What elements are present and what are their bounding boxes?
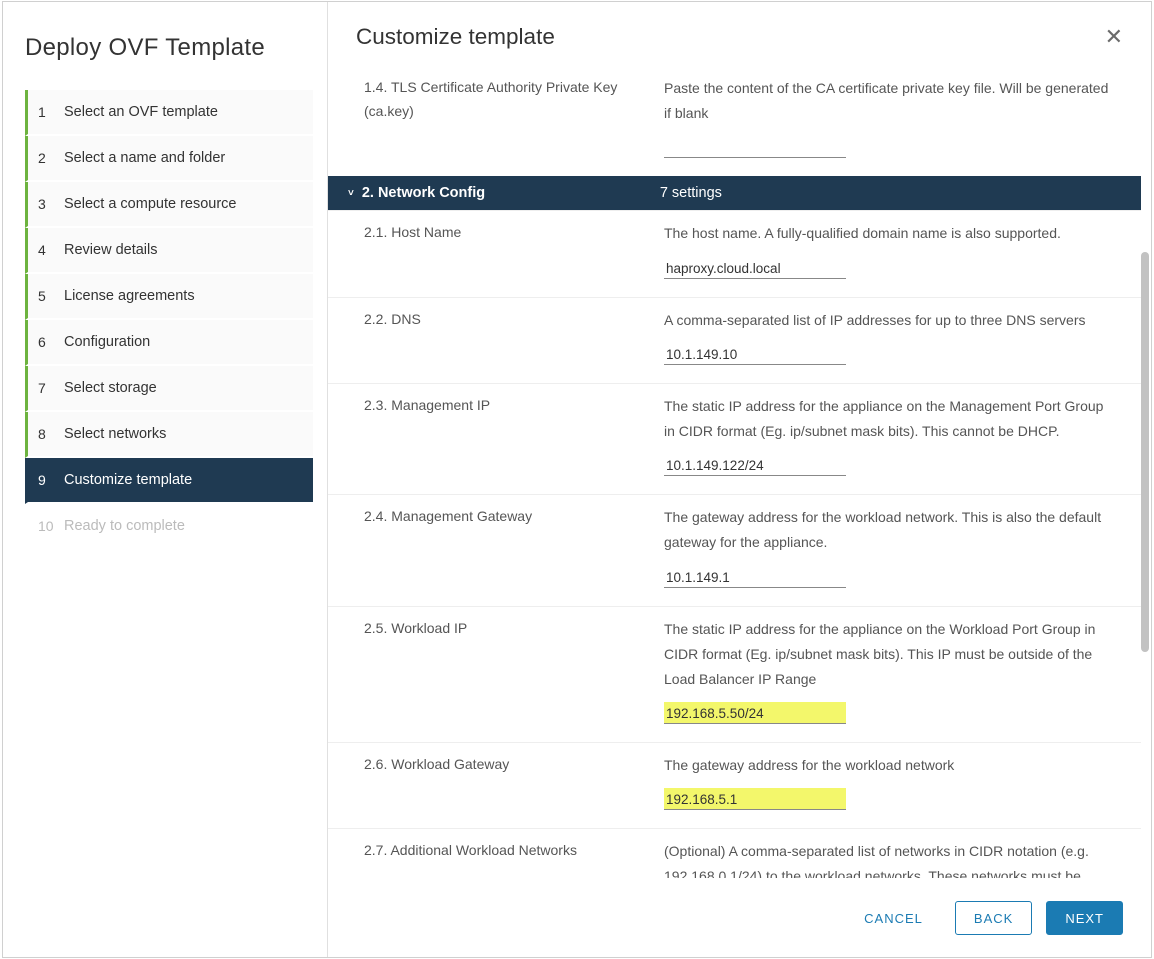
property-description: (Optional) A comma-separated list of net… <box>664 843 1115 878</box>
step-number: 1 <box>38 104 58 120</box>
property-label: 2.1. Host Name <box>364 221 664 278</box>
property-value-cell: The static IP address for the appliance … <box>664 617 1141 725</box>
step-7-select-storage[interactable]: 7 Select storage <box>25 366 313 412</box>
property-row-additional-workload-networks: 2.7. Additional Workload Networks (Optio… <box>328 828 1141 878</box>
step-9-customize-template[interactable]: 9 Customize template <box>25 458 313 504</box>
property-label: 2.7. Additional Workload Networks <box>364 839 664 878</box>
page-title: Customize template <box>356 24 555 50</box>
step-4-review-details[interactable]: 4 Review details <box>25 228 313 274</box>
section-setting-count: 7 settings <box>660 185 722 201</box>
scrollbar-thumb[interactable] <box>1141 252 1149 652</box>
wizard-title: Deploy OVF Template <box>25 34 313 62</box>
wizard-footer: CANCEL BACK NEXT <box>328 878 1151 957</box>
property-label: 2.2. DNS <box>364 308 664 365</box>
property-label: 2.5. Workload IP <box>364 617 664 725</box>
property-label: 2.4. Management Gateway <box>364 505 664 587</box>
property-value-cell: Paste the content of the CA certificate … <box>664 76 1141 158</box>
property-value-cell: (Optional) A comma-separated list of net… <box>664 839 1141 878</box>
property-description: The gateway address for the workload net… <box>664 757 954 773</box>
property-description: The static IP address for the appliance … <box>664 398 1103 439</box>
property-row-workload-ip: 2.5. Workload IP The static IP address f… <box>328 606 1141 743</box>
property-value-cell: The static IP address for the appliance … <box>664 394 1141 476</box>
content-inner: 1.4. TLS Certificate Authority Private K… <box>328 66 1141 878</box>
property-label: 2.6. Workload Gateway <box>364 753 664 810</box>
step-label: Select an OVF template <box>64 104 218 120</box>
property-row-workload-gateway: 2.6. Workload Gateway The gateway addres… <box>328 742 1141 828</box>
property-value-cell: A comma-separated list of IP addresses f… <box>664 308 1141 365</box>
step-number: 7 <box>38 380 58 396</box>
step-10-ready-to-complete: 10 Ready to complete <box>25 504 313 550</box>
property-value-cell: The host name. A fully-qualified domain … <box>664 221 1141 278</box>
wizard-step-list: 1 Select an OVF template 2 Select a name… <box>25 90 313 550</box>
step-number: 4 <box>38 242 58 258</box>
wizard-sidebar: Deploy OVF Template 1 Select an OVF temp… <box>3 2 328 957</box>
property-row-management-gateway: 2.4. Management Gateway The gateway addr… <box>328 494 1141 605</box>
step-label: Select networks <box>64 426 166 442</box>
chevron-down-icon: ˅ <box>348 188 354 199</box>
property-label: 2.3. Management IP <box>364 394 664 476</box>
property-description: The static IP address for the appliance … <box>664 621 1095 687</box>
property-row-dns: 2.2. DNS A comma-separated list of IP ad… <box>328 297 1141 383</box>
dns-input[interactable] <box>664 343 846 365</box>
host-name-input[interactable] <box>664 257 846 279</box>
step-number: 6 <box>38 334 58 350</box>
step-5-license-agreements[interactable]: 5 License agreements <box>25 274 313 320</box>
close-button[interactable]: ✕ <box>1105 26 1123 48</box>
section-title: 2. Network Config <box>362 185 660 201</box>
step-number: 3 <box>38 196 58 212</box>
close-icon: ✕ <box>1105 24 1123 49</box>
step-label: Configuration <box>64 334 150 350</box>
wizard-dialog: Deploy OVF Template 1 Select an OVF temp… <box>2 1 1152 958</box>
step-label: Select a compute resource <box>64 196 236 212</box>
main-panel: Customize template ✕ 1.4. TLS Certificat… <box>328 2 1151 957</box>
step-1-select-ovf[interactable]: 1 Select an OVF template <box>25 90 313 136</box>
property-value-cell: The gateway address for the workload net… <box>664 753 1141 810</box>
property-row-tls-ca-key: 1.4. TLS Certificate Authority Private K… <box>328 66 1141 176</box>
step-label: Select storage <box>64 380 157 396</box>
workload-ip-input[interactable] <box>664 702 846 724</box>
step-label: Select a name and folder <box>64 150 225 166</box>
property-row-management-ip: 2.3. Management IP The static IP address… <box>328 383 1141 494</box>
content-scroll-area[interactable]: 1.4. TLS Certificate Authority Private K… <box>328 66 1151 878</box>
property-description: The host name. A fully-qualified domain … <box>664 225 1061 241</box>
property-description: The gateway address for the workload net… <box>664 509 1101 550</box>
step-number: 8 <box>38 426 58 442</box>
next-button[interactable]: NEXT <box>1046 901 1123 935</box>
step-2-name-folder[interactable]: 2 Select a name and folder <box>25 136 313 182</box>
step-number: 2 <box>38 150 58 166</box>
step-6-configuration[interactable]: 6 Configuration <box>25 320 313 366</box>
property-description: Paste the content of the CA certificate … <box>664 80 1108 121</box>
step-number: 10 <box>38 518 58 534</box>
workload-gateway-input[interactable] <box>664 788 846 810</box>
property-row-host-name: 2.1. Host Name The host name. A fully-qu… <box>328 210 1141 296</box>
management-gateway-input[interactable] <box>664 566 846 588</box>
step-label: Review details <box>64 242 158 258</box>
step-label: License agreements <box>64 288 195 304</box>
cancel-button[interactable]: CANCEL <box>846 901 941 935</box>
section-header-network-config[interactable]: ˅ 2. Network Config 7 settings <box>328 176 1141 210</box>
step-number: 5 <box>38 288 58 304</box>
property-value-cell: The gateway address for the workload net… <box>664 505 1141 587</box>
management-ip-input[interactable] <box>664 454 846 476</box>
step-number: 9 <box>38 472 58 488</box>
step-label: Ready to complete <box>64 518 185 534</box>
step-3-compute-resource[interactable]: 3 Select a compute resource <box>25 182 313 228</box>
step-label: Customize template <box>64 472 192 488</box>
back-button[interactable]: BACK <box>955 901 1032 935</box>
property-description: A comma-separated list of IP addresses f… <box>664 312 1085 328</box>
property-label: 1.4. TLS Certificate Authority Private K… <box>364 76 664 158</box>
step-8-select-networks[interactable]: 8 Select networks <box>25 412 313 458</box>
tls-ca-key-input[interactable] <box>664 136 846 158</box>
main-header: Customize template ✕ <box>328 2 1151 66</box>
